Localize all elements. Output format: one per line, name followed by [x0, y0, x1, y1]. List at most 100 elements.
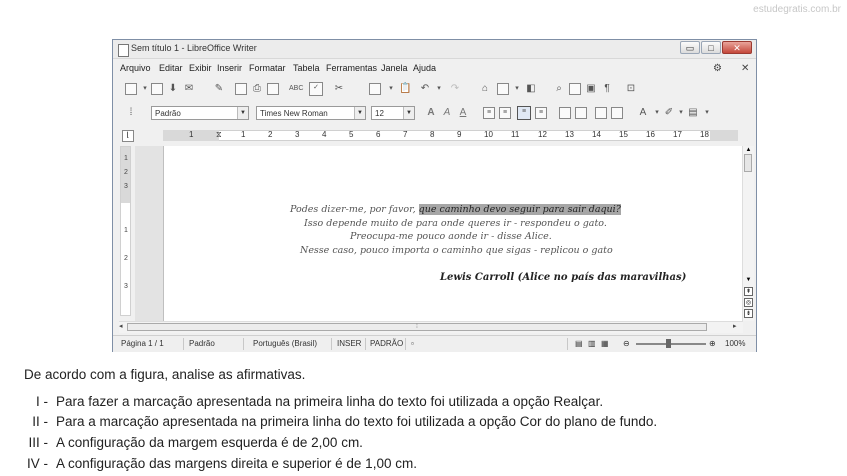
navigation-icon[interactable]: ◎	[744, 298, 753, 307]
cut-icon[interactable]: ✂	[333, 83, 345, 95]
menu-tabela[interactable]: Tabela	[293, 63, 320, 73]
zoom-slider[interactable]	[636, 343, 706, 345]
autospellcheck-icon[interactable]: ✓	[309, 82, 323, 96]
email-icon[interactable]: ✉	[183, 83, 195, 95]
highlighting-icon[interactable]: ✐	[663, 107, 675, 119]
selection-mode[interactable]: PADRÃO	[370, 339, 403, 348]
highlighting-dropdown-icon[interactable]: ▾	[675, 107, 687, 119]
font-name-select[interactable]: Times New Roman ▼	[256, 106, 366, 120]
hyperlink-icon[interactable]: ⌂	[479, 83, 491, 95]
zoom-level[interactable]: 100%	[725, 339, 745, 348]
navigator-icon[interactable]	[569, 83, 581, 95]
restore-button[interactable]: □	[701, 41, 721, 54]
find-replace-icon[interactable]: ⌕	[553, 83, 565, 95]
align-right-icon[interactable]: ≡	[517, 106, 531, 120]
undo-dropdown-icon[interactable]: ▾	[433, 83, 445, 95]
underline-icon[interactable]: A	[457, 107, 469, 119]
edit-file-icon[interactable]: ✎	[213, 83, 225, 95]
author-line[interactable]: Lewis Carroll (Alice no país das maravil…	[440, 272, 686, 283]
table-dropdown-icon[interactable]: ▾	[511, 83, 523, 95]
open-icon[interactable]	[151, 83, 163, 95]
spellcheck-icon[interactable]: ABC	[289, 83, 303, 95]
font-color-dropdown-icon[interactable]: ▾	[651, 107, 663, 119]
align-left-icon[interactable]: ≡	[483, 107, 495, 119]
text-line-3[interactable]: Preocupa-me pouco aonde ir - disse Alice…	[350, 231, 552, 242]
view-single-page-icon[interactable]: ▤	[575, 339, 583, 348]
close-document-icon[interactable]: ✕	[741, 63, 749, 74]
export-pdf-icon[interactable]	[235, 83, 247, 95]
decrease-indent-icon[interactable]	[595, 107, 607, 119]
horizontal-scrollbar[interactable]: ◂ ⁞ ▸	[119, 321, 743, 333]
close-button[interactable]: ✕	[722, 41, 752, 54]
view-multi-page-icon[interactable]: ▥	[588, 339, 596, 348]
zoom-icon[interactable]: ⊡	[625, 83, 637, 95]
undo-icon[interactable]: ↶	[419, 83, 431, 95]
text-line-1[interactable]: Podes dizer-me, por favor, que caminho d…	[290, 204, 621, 215]
justify-icon[interactable]: ≡	[535, 107, 547, 119]
print-preview-icon[interactable]	[267, 83, 279, 95]
menu-editar[interactable]: Editar	[159, 63, 183, 73]
font-size-select[interactable]: 12 ▼	[371, 106, 415, 120]
gallery-icon[interactable]: ▣	[585, 83, 597, 95]
copy-dropdown-icon[interactable]: ▾	[385, 83, 397, 95]
menu-inserir[interactable]: Inserir	[217, 63, 242, 73]
previous-page-icon[interactable]: ⇞	[744, 287, 753, 296]
new-document-icon[interactable]	[125, 83, 137, 95]
text-line-4[interactable]: Nesse caso, pouco importa o caminho que …	[300, 245, 613, 256]
libreoffice-window: Sem título 1 - LibreOffice Writer ▭ □ ✕ …	[112, 39, 757, 352]
print-icon[interactable]: ⎙	[251, 83, 263, 95]
view-book-icon[interactable]: ▦	[601, 339, 609, 348]
first-line-indent-marker[interactable]: ⧖	[216, 130, 222, 140]
increase-indent-icon[interactable]	[611, 107, 623, 119]
signature-icon[interactable]: ▫	[411, 339, 414, 348]
statement-number: II -	[32, 414, 48, 429]
ruler-number: 18	[700, 130, 709, 139]
menu-exibir[interactable]: Exibir	[189, 63, 212, 73]
table-icon[interactable]	[497, 83, 509, 95]
zoom-slider-knob[interactable]	[666, 339, 671, 348]
paste-icon[interactable]: 📋	[399, 83, 411, 95]
statement-text: Para a marcação apresentada na primeira …	[56, 414, 658, 429]
update-icon[interactable]: ⚙	[713, 63, 722, 74]
styles-icon[interactable]: ⁞	[125, 107, 137, 119]
zoom-out-icon[interactable]: ⊖	[623, 339, 630, 348]
menu-janela[interactable]: Janela	[381, 63, 408, 73]
next-page-icon[interactable]: ⇟	[744, 309, 753, 318]
menu-ferramentas[interactable]: Ferramentas	[326, 63, 377, 73]
font-color-icon[interactable]: A	[637, 107, 649, 119]
italic-icon[interactable]: A	[441, 107, 453, 119]
vertical-scrollbar[interactable]: ▲ ▼ ⇞ ◎ ⇟	[742, 146, 754, 321]
ruler-number: 3	[295, 130, 300, 139]
zoom-in-icon[interactable]: ⊕	[709, 339, 716, 348]
numbering-icon[interactable]	[559, 107, 571, 119]
scroll-down-icon[interactable]: ▼	[744, 276, 753, 285]
document-icon	[118, 44, 129, 57]
background-color-dropdown-icon[interactable]: ▾	[701, 107, 713, 119]
document-page[interactable]: Podes dizer-me, por favor, que caminho d…	[163, 146, 742, 321]
align-center-icon[interactable]: ≡	[499, 107, 511, 119]
page-style[interactable]: Padrão	[189, 339, 215, 348]
insert-mode[interactable]: INSER	[337, 339, 361, 348]
show-draw-icon[interactable]: ◧	[525, 83, 537, 95]
formatting-marks-icon[interactable]: ¶	[601, 83, 613, 95]
background-color-icon[interactable]: ▤	[687, 107, 699, 119]
bullets-icon[interactable]	[575, 107, 587, 119]
horizontal-scroll-thumb[interactable]: ⁞	[127, 323, 707, 331]
scroll-left-icon[interactable]: ◂	[119, 322, 123, 330]
scroll-right-icon[interactable]: ▸	[733, 322, 737, 330]
menu-ajuda[interactable]: Ajuda	[413, 63, 436, 73]
language-indicator[interactable]: Português (Brasil)	[253, 339, 317, 348]
text-line-2[interactable]: Isso depende muito de para onde queres i…	[304, 218, 607, 229]
save-icon[interactable]: ⬇	[167, 83, 179, 95]
tab-stop-selector[interactable]: ⌊	[122, 130, 134, 142]
vertical-scroll-thumb[interactable]	[744, 154, 752, 172]
paragraph-style-select[interactable]: Padrão ▼	[151, 106, 249, 120]
copy-icon[interactable]	[369, 83, 381, 95]
menu-formatar[interactable]: Formatar	[249, 63, 286, 73]
menu-arquivo[interactable]: Arquivo	[120, 63, 151, 73]
minimize-button[interactable]: ▭	[680, 41, 700, 54]
new-dropdown-icon[interactable]: ▾	[139, 83, 151, 95]
bold-icon[interactable]: A	[425, 107, 437, 119]
redo-icon[interactable]: ↷	[449, 83, 461, 95]
page-indicator[interactable]: Página 1 / 1	[121, 339, 164, 348]
